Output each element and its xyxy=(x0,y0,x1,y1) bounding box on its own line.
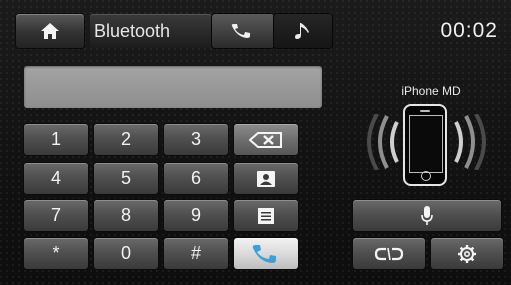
tab-phone[interactable] xyxy=(212,14,274,48)
key-2[interactable]: 2 xyxy=(94,124,158,155)
list-icon xyxy=(258,207,274,224)
key-4[interactable]: 4 xyxy=(24,163,88,194)
clock: 00:02 xyxy=(440,19,498,42)
pair-button[interactable] xyxy=(353,238,425,269)
key-7[interactable]: 7 xyxy=(24,200,88,231)
voice-button[interactable] xyxy=(353,200,501,231)
key-0[interactable]: 0 xyxy=(94,238,158,269)
key-3[interactable]: 3 xyxy=(164,124,228,155)
microphone-icon xyxy=(421,205,433,225)
call-button[interactable] xyxy=(234,238,298,269)
page-title: Bluetooth xyxy=(90,14,212,48)
handset-icon xyxy=(252,244,276,263)
handset-icon xyxy=(231,24,250,38)
phone-home-button xyxy=(421,171,431,181)
key-1[interactable]: 1 xyxy=(24,124,88,155)
key-8[interactable]: 8 xyxy=(94,200,158,231)
device-name: iPhone MD xyxy=(401,84,461,98)
signal-waves-right-icon xyxy=(454,114,486,170)
home-icon xyxy=(41,23,59,39)
backspace-icon xyxy=(249,131,282,148)
settings-button[interactable] xyxy=(431,238,503,269)
number-display xyxy=(24,66,322,108)
phone-screen xyxy=(409,115,443,173)
key-star[interactable]: * xyxy=(24,238,88,269)
backspace-button[interactable] xyxy=(234,124,298,155)
smartphone-icon xyxy=(403,104,447,186)
call-log-button[interactable] xyxy=(234,200,298,231)
contacts-icon xyxy=(257,170,275,187)
phone-speaker xyxy=(420,110,430,112)
gear-icon xyxy=(458,244,476,263)
tab-music[interactable] xyxy=(274,14,332,48)
key-9[interactable]: 9 xyxy=(164,200,228,231)
link-icon xyxy=(374,247,404,260)
home-button[interactable] xyxy=(16,14,84,48)
key-hash[interactable]: # xyxy=(164,238,228,269)
contacts-button[interactable] xyxy=(234,163,298,194)
signal-waves-left-icon xyxy=(367,114,399,170)
music-note-icon xyxy=(295,23,309,39)
top-bar: Bluetooth 00:02 xyxy=(12,10,504,48)
bluetooth-phone-screen: Bluetooth 00:02 1 2 3 4 5 6 7 8 9 * 0 # … xyxy=(0,0,511,285)
page-title-text: Bluetooth xyxy=(94,21,171,41)
key-6[interactable]: 6 xyxy=(164,163,228,194)
key-5[interactable]: 5 xyxy=(94,163,158,194)
